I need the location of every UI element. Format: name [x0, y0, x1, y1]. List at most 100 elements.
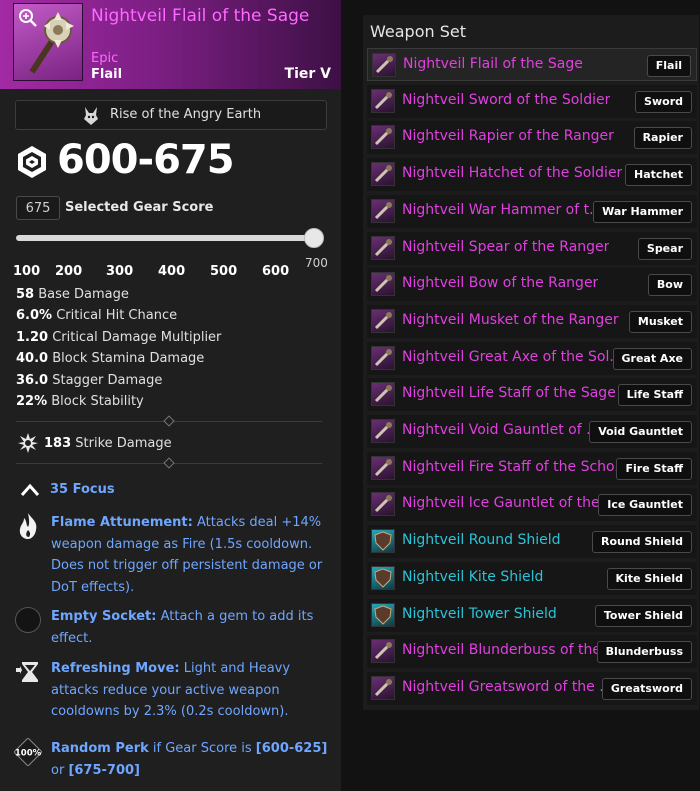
tower-shield-icon	[371, 602, 395, 627]
weapon-set-title: Weapon Set	[370, 22, 466, 41]
weapon-set-item-name: Nightveil Ice Gauntlet of the...	[402, 495, 614, 512]
strike-burst-icon	[18, 433, 38, 453]
zoom-icon[interactable]	[18, 8, 38, 28]
weapon-set-row[interactable]: Nightveil Greatsword of the ... Greatswor…	[367, 671, 697, 705]
gear-score-input-label: Selected Gear Score	[65, 200, 214, 215]
weapon-set-item-name: Nightveil Hatchet of the Soldier	[402, 165, 623, 182]
gear-score-slider-track[interactable]	[16, 235, 316, 241]
gear-score-slider-thumb[interactable]	[304, 228, 324, 248]
gear-score-icon	[18, 146, 46, 178]
gear-score-input[interactable]	[16, 196, 60, 220]
weapon-type-badge: Flail	[646, 55, 691, 77]
round-shield-icon	[371, 529, 395, 554]
fire-staff-icon	[371, 455, 395, 480]
sword-icon	[371, 88, 395, 113]
weapon-set-item-name: Nightveil Kite Shield	[402, 568, 544, 585]
greatsword-icon	[371, 675, 395, 700]
weapon-set-item-name: Nightveil Round Shield	[402, 532, 561, 549]
blunderbuss-icon	[371, 639, 395, 664]
weapon-set-row[interactable]: Nightveil Ice Gauntlet of the... Ice Gaun…	[367, 488, 697, 522]
stat-base-damage: 58 Base Damage	[16, 287, 129, 302]
divider	[16, 457, 322, 469]
perk-title: Empty Socket:	[51, 609, 157, 624]
weapon-set-row[interactable]: Nightveil Sword of the Soldier Sword	[367, 84, 697, 118]
weapon-set-row[interactable]: Nightveil Great Axe of the Sol... Great A…	[367, 341, 697, 375]
weapon-set-item-name: Nightveil Fire Staff of the Scho...	[402, 458, 628, 475]
weapon-set-row[interactable]: Nightveil Fire Staff of the Scho... Fire …	[367, 451, 697, 485]
empty-socket-icon[interactable]	[14, 606, 42, 634]
weapon-set-item-name: Nightveil Bow of the Ranger	[402, 275, 599, 292]
weapon-type-badge: Blunderbuss	[596, 641, 692, 664]
weapon-set-row[interactable]: Nightveil Tower Shield Tower Shield	[367, 598, 697, 632]
weapon-set-row[interactable]: Nightveil Kite Shield Kite Shield	[367, 561, 697, 595]
weapon-set-row[interactable]: Nightveil Rapier of the Ranger Rapier	[367, 121, 697, 155]
weapon-set-row[interactable]: Nightveil Hatchet of the Soldier Hatchet	[367, 158, 697, 192]
slider-tick-label: 400	[158, 264, 186, 279]
random-perk-icon: 100%	[14, 738, 42, 766]
rapier-icon	[371, 125, 395, 150]
gear-score-range: 600-675	[57, 137, 235, 183]
weapon-set-item-name: Nightveil Greatsword of the ...	[402, 678, 613, 695]
weapon-type-badge: Sword	[635, 90, 692, 113]
hourglass-icon	[16, 662, 38, 682]
perk-title: Flame Attunement:	[51, 515, 193, 530]
weapon-set-item-name: Nightveil Tower Shield	[402, 605, 557, 622]
weapon-set-item-name: Nightveil Void Gauntlet of ...	[402, 422, 600, 438]
weapon-type-badge: Musket	[628, 310, 692, 333]
slider-tick-label: 600	[262, 264, 290, 279]
weapon-set-row[interactable]: Nightveil Void Gauntlet of ... Void Gaunt…	[367, 415, 697, 448]
divider	[16, 415, 322, 427]
expansion-label: Rise of the Angry Earth	[110, 107, 262, 122]
perk-title: Refreshing Move:	[51, 661, 180, 676]
weapon-type-badge: Hatchet	[625, 164, 692, 187]
attribute-bonus: 35 Focus	[50, 482, 115, 497]
weapon-type-badge: Round Shield	[591, 531, 692, 554]
weapon-type-badge: Greatsword	[601, 677, 692, 700]
hatchet-icon	[371, 162, 395, 187]
musket-icon	[371, 308, 395, 333]
weapon-type-badge: Bow	[647, 274, 692, 297]
weapon-set-item-name: Nightveil Flail of the Sage	[403, 56, 583, 72]
flail-icon	[372, 53, 396, 77]
strike-damage: 183 Strike Damage	[44, 436, 172, 451]
weapon-set-row[interactable]: Nightveil Spear of the Ranger Spear	[367, 231, 697, 265]
weapon-set-item-name: Nightveil Rapier of the Ranger	[402, 128, 614, 145]
weapon-set-item-name: Nightveil War Hammer of t...	[402, 201, 603, 218]
item-icon-frame[interactable]	[13, 3, 83, 81]
stat-stagger-damage: 36.0 Stagger Damage	[16, 373, 163, 388]
random-perk-badge: 100%	[15, 749, 42, 759]
item-tooltip: Nightveil Flail of the Sage Epic Flail T…	[0, 0, 341, 791]
weapon-set-row[interactable]: Nightveil Blunderbuss of the... Blunderbu…	[367, 635, 697, 669]
chevron-up-icon	[20, 483, 40, 496]
weapon-set-row[interactable]: Nightveil Bow of the Ranger Bow	[367, 268, 697, 302]
item-type: Flail	[91, 67, 123, 82]
perk-gs-range: [675-700]	[68, 762, 140, 778]
weapon-set-row[interactable]: Nightveil Life Staff of the Sage Life Sta…	[367, 378, 697, 412]
war-hammer-icon	[371, 198, 395, 223]
slider-tick-label: 300	[106, 264, 134, 279]
perk-title: Random Perk	[51, 741, 149, 756]
weapon-set-row[interactable]: Nightveil Flail of the Sage Flail	[367, 48, 697, 81]
spear-icon	[371, 235, 395, 260]
void-gauntlet-icon	[371, 419, 395, 443]
perk-description: or	[51, 762, 69, 778]
weapon-set-row[interactable]: Nightveil War Hammer of t... War Hammer	[367, 194, 697, 228]
great-axe-icon	[371, 345, 395, 370]
weapon-set-row[interactable]: Nightveil Round Shield Round Shield	[367, 525, 697, 559]
weapon-set-item-name: Nightveil Great Axe of the Sol...	[402, 348, 623, 365]
weapon-type-badge: Rapier	[633, 127, 692, 150]
stat-block-stability: 22% Block Stability	[16, 394, 144, 409]
weapon-type-badge: Tower Shield	[594, 604, 692, 627]
slider-tick-label: 100	[13, 264, 41, 279]
weapon-set-item-name: Nightveil Musket of the Ranger	[402, 311, 619, 328]
weapon-type-badge: Life Staff	[617, 384, 692, 407]
life-staff-icon	[371, 382, 395, 407]
weapon-set-row[interactable]: Nightveil Musket of the Ranger Musket	[367, 304, 697, 338]
slider-max-label: 700	[305, 256, 328, 270]
weapon-type-badge: Void Gauntlet	[589, 421, 692, 443]
weapon-set-item-name: Nightveil Spear of the Ranger	[402, 238, 610, 255]
item-rarity: Epic	[91, 51, 119, 66]
weapon-type-badge: Great Axe	[612, 347, 692, 370]
weapon-set-item-name: Nightveil Sword of the Soldier	[402, 91, 611, 108]
perk-description: if Gear Score is	[148, 741, 256, 756]
